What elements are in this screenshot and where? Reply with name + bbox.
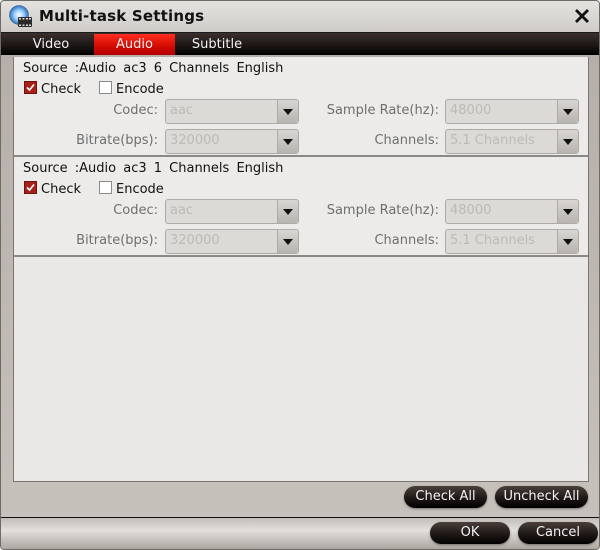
encode-label: Encode (116, 82, 164, 97)
dropdown-arrow-icon[interactable] (557, 200, 578, 223)
encode-checkbox[interactable]: Encode (99, 181, 164, 197)
check-checkbox[interactable]: Check (24, 181, 81, 197)
sample-rate-value: 48000 (450, 103, 492, 118)
bitrate-label: Bitrate(bps): (76, 133, 158, 148)
codec-label: Codec: (113, 103, 158, 118)
multi-task-settings-dialog: Multi-task Settings Video Audio Subtitle… (0, 0, 600, 550)
tab-subtitle[interactable]: Subtitle (177, 34, 257, 55)
dialog-title: Multi-task Settings (39, 7, 205, 25)
channels-value: 5.1 Channels (450, 233, 535, 248)
channels-value: 5.1 Channels (450, 133, 535, 148)
tab-audio[interactable]: Audio (94, 34, 175, 55)
sample-rate-value: 48000 (450, 203, 492, 218)
tab-bar: Video Audio Subtitle (1, 33, 599, 55)
checkbox-unchecked-icon (99, 181, 112, 194)
channels-label: Channels: (374, 233, 439, 248)
bitrate-label: Bitrate(bps): (76, 233, 158, 248)
app-disc-film-icon (9, 5, 32, 27)
uncheck-all-button[interactable]: Uncheck All (495, 486, 588, 508)
track-source-label: Source :Audio ac3 1 Channels English (23, 161, 284, 176)
audio-tracks-panel: Source :Audio ac3 6 Channels English Che… (13, 57, 589, 482)
codec-label: Codec: (113, 203, 158, 218)
title-bar: Multi-task Settings (1, 1, 599, 33)
sample-rate-select[interactable]: 48000 (445, 199, 579, 224)
codec-value: aac (170, 103, 194, 118)
dropdown-arrow-icon[interactable] (557, 230, 578, 253)
channels-select[interactable]: 5.1 Channels (445, 229, 579, 254)
tab-video[interactable]: Video (11, 34, 91, 55)
codec-select[interactable]: aac (165, 99, 299, 124)
sample-rate-label: Sample Rate(hz): (326, 203, 439, 218)
dropdown-arrow-icon[interactable] (557, 130, 578, 153)
codec-value: aac (170, 203, 194, 218)
ok-button[interactable]: OK (430, 522, 510, 544)
bitrate-select[interactable]: 320000 (165, 129, 299, 154)
check-all-button[interactable]: Check All (404, 486, 487, 508)
channels-select[interactable]: 5.1 Channels (445, 129, 579, 154)
codec-select[interactable]: aac (165, 199, 299, 224)
encode-label: Encode (116, 182, 164, 197)
bitrate-select[interactable]: 320000 (165, 229, 299, 254)
channels-label: Channels: (374, 133, 439, 148)
check-label: Check (41, 82, 81, 97)
cancel-button[interactable]: Cancel (518, 522, 598, 544)
sample-rate-select[interactable]: 48000 (445, 99, 579, 124)
encode-checkbox[interactable]: Encode (99, 81, 164, 97)
check-checkbox[interactable]: Check (24, 81, 81, 97)
dropdown-arrow-icon[interactable] (557, 100, 578, 123)
audio-track-section: Source :Audio ac3 1 Channels English Che… (14, 157, 588, 257)
close-icon[interactable] (573, 7, 591, 25)
bitrate-value: 320000 (170, 133, 220, 148)
checkbox-checked-icon (24, 181, 37, 194)
audio-track-section: Source :Audio ac3 6 Channels English Che… (14, 57, 588, 157)
checkbox-unchecked-icon (99, 81, 112, 94)
checkbox-checked-icon (24, 81, 37, 94)
check-label: Check (41, 182, 81, 197)
bitrate-value: 320000 (170, 233, 220, 248)
sample-rate-label: Sample Rate(hz): (326, 103, 439, 118)
track-source-label: Source :Audio ac3 6 Channels English (23, 61, 284, 76)
